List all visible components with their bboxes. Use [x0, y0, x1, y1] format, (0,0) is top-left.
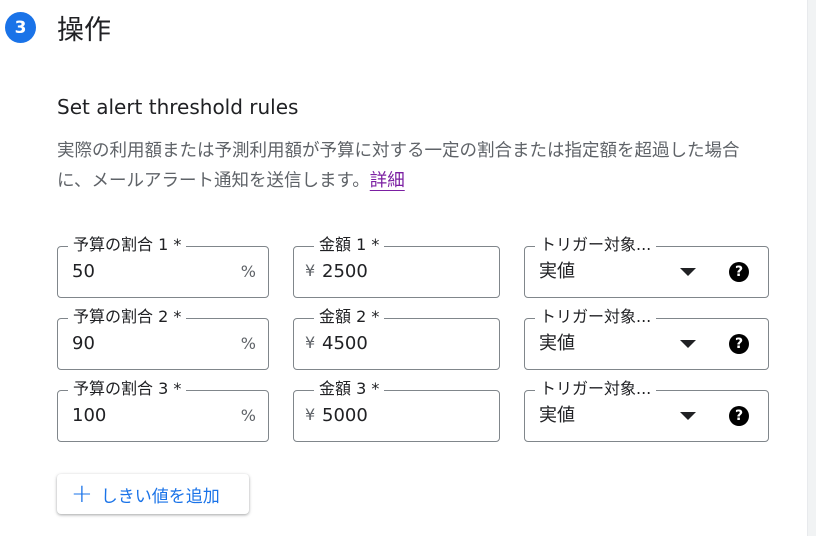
percent-suffix: %: [240, 334, 256, 353]
currency-prefix: ¥: [305, 405, 316, 424]
trigger-select-1[interactable]: トリガー対象... 実値 ?: [524, 234, 769, 298]
trigger-value-3: 実値: [539, 405, 575, 426]
budget-percent-field-2[interactable]: 予算の割合 2 * 90 %: [57, 306, 269, 370]
trigger-label-1: トリガー対象...: [535, 234, 657, 256]
budget-percent-input-1[interactable]: 50: [72, 260, 95, 284]
amount-label-3: 金額 3 *: [314, 378, 385, 400]
trigger-label-2: トリガー対象...: [535, 306, 657, 328]
dropdown-caret-icon: [680, 340, 696, 348]
amount-label-1: 金額 1 *: [314, 234, 385, 256]
percent-suffix: %: [240, 262, 256, 281]
add-threshold-label: しきい値を追加: [100, 486, 220, 507]
currency-prefix: ¥: [305, 261, 316, 280]
section-description: 実際の利用額または予測利用額が予算に対する一定の割合または指定額を超過した場合 …: [57, 136, 816, 196]
amount-field-2[interactable]: 金額 2 * ¥ 4500: [293, 306, 500, 370]
trigger-value-2: 実値: [539, 333, 575, 354]
help-icon[interactable]: ?: [729, 406, 749, 426]
currency-prefix: ¥: [305, 333, 316, 352]
budget-percent-label-1: 予算の割合 1 *: [68, 234, 187, 256]
section-title: Set alert threshold rules: [57, 95, 299, 119]
percent-suffix: %: [240, 406, 256, 425]
dropdown-caret-icon: [680, 268, 696, 276]
step-title: 操作: [57, 15, 111, 46]
add-threshold-button[interactable]: + しきい値を追加: [57, 474, 249, 514]
details-link[interactable]: 詳細: [370, 171, 405, 191]
step-number-badge: 3: [5, 12, 36, 43]
help-icon[interactable]: ?: [729, 334, 749, 354]
trigger-label-3: トリガー対象...: [535, 378, 657, 400]
amount-field-1[interactable]: 金額 1 * ¥ 2500: [293, 234, 500, 298]
description-line-1: 実際の利用額または予測利用額が予算に対する一定の割合または指定額を超過した場合: [57, 141, 740, 161]
panel-edge: [807, 0, 816, 536]
budget-percent-label-2: 予算の割合 2 *: [68, 306, 187, 328]
help-icon[interactable]: ?: [729, 262, 749, 282]
budget-percent-input-2[interactable]: 90: [72, 332, 95, 356]
budget-percent-input-3[interactable]: 100: [72, 404, 106, 428]
description-line-2: に、メールアラート通知を送信します。詳細: [57, 171, 405, 191]
amount-input-2[interactable]: 4500: [322, 332, 368, 356]
budget-percent-field-3[interactable]: 予算の割合 3 * 100 %: [57, 378, 269, 442]
trigger-select-2[interactable]: トリガー対象... 実値 ?: [524, 306, 769, 370]
trigger-value-1: 実値: [539, 261, 575, 282]
amount-field-3[interactable]: 金額 3 * ¥ 5000: [293, 378, 500, 442]
budget-percent-label-3: 予算の割合 3 *: [68, 378, 187, 400]
dropdown-caret-icon: [680, 412, 696, 420]
amount-input-3[interactable]: 5000: [322, 404, 368, 428]
amount-input-1[interactable]: 2500: [322, 260, 368, 284]
budget-percent-field-1[interactable]: 予算の割合 1 * 50 %: [57, 234, 269, 298]
trigger-select-3[interactable]: トリガー対象... 実値 ?: [524, 378, 769, 442]
plus-icon: +: [71, 479, 93, 509]
amount-label-2: 金額 2 *: [314, 306, 385, 328]
